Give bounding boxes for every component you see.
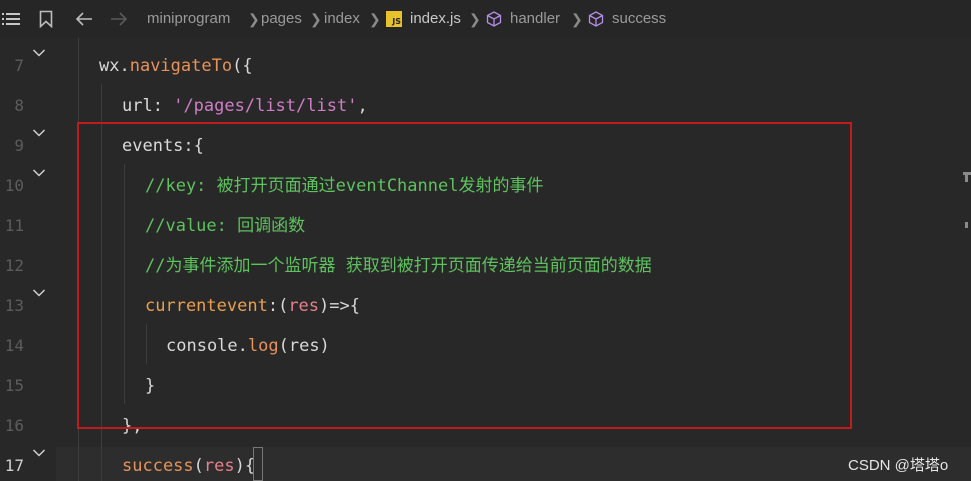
breadcrumb-item-handler[interactable]: handler [510, 0, 560, 38]
highlight-annotation-box [77, 122, 852, 429]
bracket-match-box [253, 447, 263, 481]
code-line-8: url: '/pages/list/list', [122, 96, 368, 116]
forward-arrow-icon[interactable] [110, 11, 128, 27]
list-icon[interactable] [2, 11, 20, 27]
line-number: 12 [4, 256, 24, 275]
method-cube-icon [486, 11, 502, 27]
breadcrumb-bar: miniprogram ❯ pages ❯ index ❯ JS index.j… [0, 0, 971, 38]
breadcrumb-item-pages[interactable]: pages [261, 0, 302, 38]
fold-chevron-icon[interactable] [32, 288, 46, 298]
code-line-17: success(res){ [122, 456, 256, 476]
line-number: 16 [4, 416, 24, 435]
js-file-icon: JS [386, 11, 402, 27]
chevron-right-icon: ❯ [369, 11, 381, 27]
line-number: 13 [4, 296, 24, 315]
method-cube-icon [588, 11, 604, 27]
fold-chevron-icon[interactable] [32, 168, 46, 178]
watermark: CSDN @塔塔o [848, 457, 949, 474]
minimap-mark [965, 222, 968, 228]
breadcrumb-item-index[interactable]: index [324, 0, 360, 38]
chevron-right-icon: ❯ [310, 11, 322, 27]
bookmark-icon[interactable] [39, 10, 53, 28]
fold-chevron-icon[interactable] [32, 48, 46, 58]
line-number: 10 [4, 176, 24, 195]
line-number: 9 [14, 136, 24, 155]
breadcrumb-item-success[interactable]: success [612, 0, 666, 38]
line-number: 11 [4, 216, 24, 235]
fold-chevron-icon[interactable] [32, 128, 46, 138]
chevron-right-icon: ❯ [571, 11, 583, 27]
breadcrumb-item-file[interactable]: index.js [410, 0, 461, 38]
line-number: 14 [4, 336, 24, 355]
fold-chevron-icon[interactable] [32, 448, 46, 458]
breadcrumb-item-miniprogram[interactable]: miniprogram [147, 0, 230, 38]
back-arrow-icon[interactable] [75, 11, 93, 27]
line-number: 8 [14, 96, 24, 115]
code-line-7: wx.navigateTo({ [99, 56, 253, 76]
chevron-right-icon: ❯ [248, 11, 260, 27]
minimap-mark [965, 174, 968, 182]
chevron-right-icon: ❯ [469, 11, 481, 27]
line-number: 15 [4, 376, 24, 395]
line-number-active: 17 [4, 456, 24, 475]
line-number: 7 [14, 56, 24, 75]
